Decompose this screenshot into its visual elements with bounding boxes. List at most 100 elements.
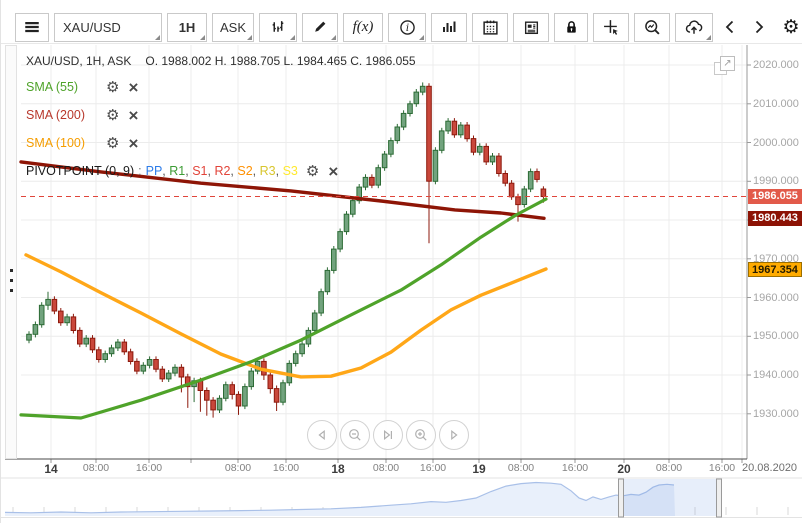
time-axis-label: 08:00: [655, 462, 683, 474]
pivot-indicator-row: PIVOTPOINT (0, 9): PP, R1, S1, R2, S2, R3…: [26, 157, 416, 185]
lock-button[interactable]: [554, 12, 588, 42]
pivot-comma: ,: [162, 164, 170, 178]
indicator-remove-icon[interactable]: ×: [328, 163, 338, 180]
price-axis-label: 1940.000: [753, 369, 799, 381]
go-to-end-button[interactable]: [373, 420, 403, 450]
symbol-select-button[interactable]: XAU/USD: [54, 12, 162, 42]
time-axis-label: 08:00: [82, 462, 110, 474]
upload-button[interactable]: [675, 12, 713, 42]
indicator-row: SMA (200) ⚙ ×: [26, 101, 416, 129]
price-axis-label: 1930.000: [753, 408, 799, 420]
indicator-remove-icon[interactable]: ×: [128, 107, 138, 124]
time-axis-label: 14: [44, 462, 58, 476]
time-axis-label: 16:00: [708, 462, 736, 474]
menu-button[interactable]: [15, 12, 49, 42]
pivot-level-s3: S3: [282, 164, 298, 178]
settings-button[interactable]: ⚙: [776, 13, 802, 42]
dropdown-caret-icon: [419, 34, 424, 40]
pivot-level-r2: R2: [214, 164, 231, 178]
indicator-settings-gear-icon[interactable]: ⚙: [306, 164, 319, 179]
crosshair-icon: [603, 19, 620, 36]
indicator-settings-gear-icon[interactable]: ⚙: [106, 108, 119, 123]
price-axis-label: 2020.000: [753, 59, 799, 71]
scroll-right-button[interactable]: [439, 420, 469, 450]
time-axis-label: 16:00: [561, 462, 589, 474]
lock-icon: [564, 20, 579, 35]
detach-arrow-icon: ↗: [720, 56, 735, 71]
zoom-out-icon: [347, 427, 363, 443]
detach-chart-button[interactable]: ↗: [712, 53, 736, 77]
current-price-badge: 1986.055: [748, 189, 802, 204]
dropdown-caret-icon: [155, 34, 160, 40]
indicator-remove-icon[interactable]: ×: [128, 135, 138, 152]
scroll-left-button[interactable]: [307, 420, 337, 450]
legend-ohlc: O. 1988.002 H. 1988.705 L. 1984.465 C. 1…: [145, 54, 416, 68]
time-axis-label: 16:00: [419, 462, 447, 474]
navigator-handle: [716, 478, 722, 518]
price-axis-label: 2010.000: [753, 98, 799, 110]
price-type-select-button[interactable]: ASK: [212, 12, 254, 42]
crosshair-button[interactable]: [593, 12, 629, 42]
indicator-label: SMA (55): [26, 80, 79, 94]
trading-chart-app: XAU/USD 1H ASK f(x) i ⚙ XAU/USD, 1H, ASK O. 1…: [0, 0, 802, 523]
indicator-settings-gear-icon[interactable]: ⚙: [106, 136, 119, 151]
info-button[interactable]: i: [388, 12, 426, 42]
time-axis-label: 08:00: [224, 462, 252, 474]
sma100-value-badge: 1967.354: [748, 262, 802, 277]
calendar-button[interactable]: [472, 12, 508, 42]
dropdown-caret-icon: [247, 34, 252, 40]
bar-chart-icon: [441, 19, 457, 35]
pivot-comma: ,: [275, 164, 283, 178]
indicator-settings-gear-icon[interactable]: ⚙: [106, 80, 119, 95]
step-back-icon: [314, 427, 330, 443]
symbol-select-label: XAU/USD: [63, 19, 121, 35]
back-button[interactable]: [718, 13, 742, 42]
time-axis-label: 18: [331, 462, 345, 476]
chevron-right-icon: [751, 19, 767, 35]
indicators-button[interactable]: f(x): [343, 12, 383, 42]
indicator-remove-icon[interactable]: ×: [128, 79, 138, 96]
indicator-label: SMA (100): [26, 136, 86, 150]
pivot-comma: ,: [207, 164, 215, 178]
draw-tools-button[interactable]: [302, 12, 338, 42]
pivot-comma: ,: [252, 164, 260, 178]
indicator-label: SMA (200): [26, 108, 86, 122]
legend-instrument: XAU/USD, 1H, ASK: [26, 54, 132, 68]
zoom-in-button[interactable]: [406, 420, 436, 450]
zoom-mode-button[interactable]: [634, 12, 670, 42]
time-axis-label: 16:00: [272, 462, 300, 474]
dropdown-caret-icon: [331, 34, 336, 40]
splitter-grip-dot: [10, 289, 13, 292]
pivot-level-pp: PP: [145, 164, 163, 178]
price-axis-label: 1960.000: [753, 292, 799, 304]
chart-type-select-button[interactable]: [259, 12, 297, 42]
indicators-label: f(x): [352, 18, 374, 35]
zoom-chart-icon: [644, 19, 661, 36]
pivot-label: PIVOTPOINT (0, 9): [26, 164, 135, 178]
forward-button[interactable]: [747, 13, 771, 42]
gear-icon: ⚙: [782, 16, 800, 38]
pivot-level-s1: S1: [192, 164, 208, 178]
step-forward-icon: [446, 427, 462, 443]
time-axis-label: 08:00: [507, 462, 535, 474]
news-button[interactable]: [513, 12, 549, 42]
zoom-out-button[interactable]: [340, 420, 370, 450]
time-axis-label: 19: [472, 462, 486, 476]
time-axis-label: 16:00: [135, 462, 163, 474]
pivot-comma: ,: [230, 164, 238, 178]
toolbar: XAU/USD 1H ASK f(x) i ⚙: [15, 12, 800, 42]
go-to-end-icon: [380, 427, 396, 443]
candlestick-icon: [270, 19, 287, 36]
dropdown-caret-icon: [290, 34, 295, 40]
news-icon: [523, 19, 540, 36]
chart-legend: XAU/USD, 1H, ASK O. 1988.002 H. 1988.705…: [26, 49, 416, 185]
volume-button[interactable]: [431, 12, 467, 42]
legend-row-main: XAU/USD, 1H, ASK O. 1988.002 H. 1988.705…: [26, 49, 416, 73]
time-axis-label: 20: [617, 462, 631, 476]
splitter-grip-dot: [10, 279, 13, 282]
timeframe-select-button[interactable]: 1H: [167, 12, 207, 42]
navigator-handle: [618, 478, 624, 518]
price-axis-label: 1990.000: [753, 175, 799, 187]
calendar-icon: [482, 19, 499, 36]
left-panel-splitter[interactable]: [5, 45, 17, 459]
